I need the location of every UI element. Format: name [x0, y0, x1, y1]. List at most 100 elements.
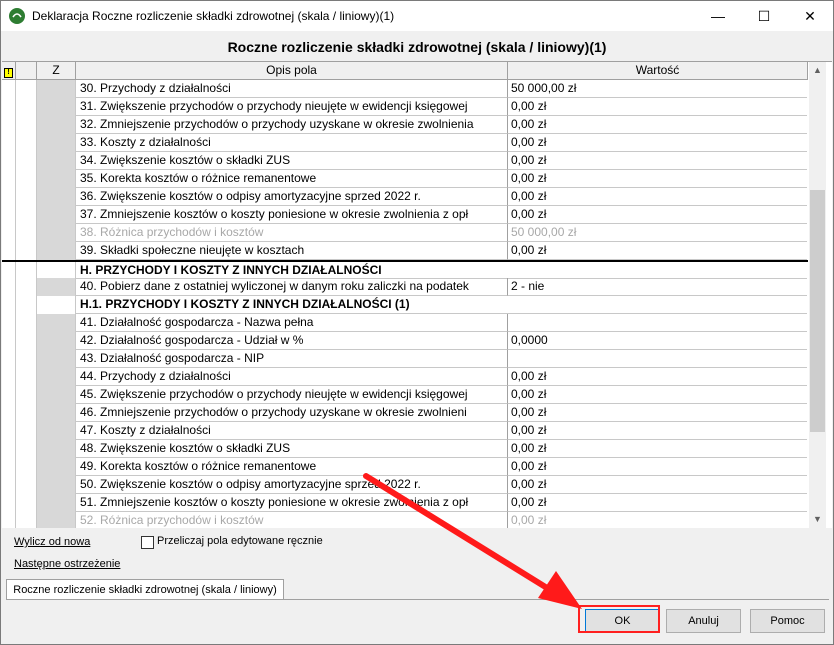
marker-cell [16, 242, 37, 260]
row-value: 50 000,00 zł [508, 224, 807, 242]
table-row[interactable]: 49. Korekta kosztów o różnice remanentow… [2, 458, 808, 476]
z-cell [37, 278, 76, 296]
row-value[interactable]: 0,00 zł [508, 152, 807, 170]
recalc-manual-checkbox[interactable] [141, 536, 154, 549]
row-value[interactable]: 0,00 zł [508, 404, 807, 422]
row-value[interactable]: 0,00 zł [508, 206, 807, 224]
z-cell [37, 134, 76, 152]
flag-column-header[interactable]: ! [2, 62, 16, 79]
z-cell [37, 98, 76, 116]
next-warning-link[interactable]: Następne ostrzeżenie [14, 558, 120, 570]
tab-divider [6, 599, 829, 600]
table-row[interactable]: 40. Pobierz dane z ostatniej wyliczonej … [2, 278, 808, 296]
grid-rows: 30. Przychody z działalności 50 000,00 zł… [2, 80, 808, 528]
table-row[interactable]: 33. Koszty z działalności 0,00 zł [2, 134, 808, 152]
row-value[interactable]: 0,00 zł [508, 422, 807, 440]
row-value[interactable]: 0,00 zł [508, 458, 807, 476]
help-button[interactable]: Pomoc [750, 609, 825, 633]
row-description: H.1. PRZYCHODY I KOSZTY Z INNYCH DZIAŁAL… [76, 296, 807, 314]
table-row[interactable]: 50. Zwiększenie kosztów o odpisy amortyz… [2, 476, 808, 494]
marker-cell [2, 116, 16, 134]
section-header-row: H.1. PRZYCHODY I KOSZTY Z INNYCH DZIAŁAL… [2, 296, 808, 314]
table-row[interactable]: 34. Zwiększenie kosztów o składki ZUS 0,0… [2, 152, 808, 170]
row-value[interactable]: 0,00 zł [508, 170, 807, 188]
table-row[interactable]: 44. Przychody z działalności 0,00 zł [2, 368, 808, 386]
table-row[interactable]: 48. Zwiększenie kosztów o składki ZUS 0,0… [2, 440, 808, 458]
row-description: 41. Działalność gospodarcza - Nazwa pełn… [76, 314, 508, 332]
vertical-scrollbar[interactable]: ▲ ▼ [809, 62, 826, 528]
marker-cell [16, 440, 37, 458]
table-row[interactable]: 32. Zmniejszenie przychodów o przychody … [2, 116, 808, 134]
table-row[interactable]: 43. Działalność gospodarcza - NIP [2, 350, 808, 368]
row-value[interactable]: 0,00 zł [508, 494, 807, 512]
tab-form[interactable]: Roczne rozliczenie składki zdrowotnej (s… [6, 579, 284, 600]
row-value[interactable]: 0,0000 [508, 332, 807, 350]
row-description: 43. Działalność gospodarcza - NIP [76, 350, 508, 368]
marker-cell [2, 494, 16, 512]
value-column-header[interactable]: Wartość [508, 62, 808, 79]
table-row[interactable]: 36. Zwiększenie kosztów o odpisy amortyz… [2, 188, 808, 206]
table-row[interactable]: 46. Zmniejszenie przychodów o przychody … [2, 404, 808, 422]
marker-cell [2, 386, 16, 404]
marker-cell [16, 512, 37, 528]
row-value[interactable] [508, 350, 807, 368]
table-row[interactable]: 30. Przychody z działalności 50 000,00 zł [2, 80, 808, 98]
table-row[interactable]: 39. Składki społeczne nieujęte w kosztac… [2, 242, 808, 260]
table-row[interactable]: 31. Zwiększenie przychodów o przychody n… [2, 98, 808, 116]
row-description: 44. Przychody z działalności [76, 368, 508, 386]
row-description: 42. Działalność gospodarcza - Udział w % [76, 332, 508, 350]
row-value[interactable]: 0,00 zł [508, 368, 807, 386]
row-value[interactable]: 0,00 zł [508, 134, 807, 152]
row-value[interactable]: 0,00 zł [508, 476, 807, 494]
z-cell [37, 476, 76, 494]
table-row[interactable]: 45. Zwiększenie przychodów o przychody n… [2, 386, 808, 404]
table-row[interactable]: 51. Zmniejszenie kosztów o koszty ponies… [2, 494, 808, 512]
recalc-manual-label: Przeliczaj pola edytowane ręcznie [157, 535, 323, 547]
desc-column-header[interactable]: Opis pola [76, 62, 508, 79]
maximize-button[interactable]: ☐ [741, 1, 787, 31]
marker-cell [16, 386, 37, 404]
z-column-header[interactable]: Z [37, 62, 76, 79]
table-row[interactable]: 42. Działalność gospodarcza - Udział w %… [2, 332, 808, 350]
z-cell [37, 332, 76, 350]
column-header-spacer [16, 62, 37, 79]
z-cell [37, 116, 76, 134]
recalc-link[interactable]: Wylicz od nowa [14, 536, 90, 548]
row-value[interactable]: 0,00 zł [508, 242, 807, 260]
row-value[interactable]: 2 - nie [508, 278, 807, 296]
marker-cell [16, 98, 37, 116]
table-row[interactable]: 35. Korekta kosztów o różnice remanentow… [2, 170, 808, 188]
row-description: 45. Zwiększenie przychodów o przychody n… [76, 386, 508, 404]
row-value[interactable]: 0,00 zł [508, 440, 807, 458]
row-value[interactable]: 0,00 zł [508, 98, 807, 116]
grid-header: ! Z Opis pola Wartość [2, 62, 808, 80]
z-cell [37, 368, 76, 386]
marker-cell [2, 368, 16, 386]
row-value[interactable]: 50 000,00 zł [508, 80, 807, 98]
marker-cell [16, 278, 37, 296]
row-description: 51. Zmniejszenie kosztów o koszty ponies… [76, 494, 508, 512]
marker-cell [2, 350, 16, 368]
table-row[interactable]: 41. Działalność gospodarcza - Nazwa pełn… [2, 314, 808, 332]
row-description: 31. Zwiększenie przychodów o przychody n… [76, 98, 508, 116]
marker-cell [16, 350, 37, 368]
table-row[interactable]: 37. Zmniejszenie kosztów o koszty ponies… [2, 206, 808, 224]
row-value[interactable]: 0,00 zł [508, 116, 807, 134]
marker-cell [16, 152, 37, 170]
z-cell [37, 242, 76, 260]
close-button[interactable]: ✕ [787, 1, 833, 31]
row-description: 38. Różnica przychodów i kosztów [76, 224, 508, 242]
marker-cell [16, 314, 37, 332]
scroll-up-icon[interactable]: ▲ [809, 62, 826, 79]
scrollbar-thumb[interactable] [810, 190, 825, 432]
row-value[interactable]: 0,00 zł [508, 386, 807, 404]
scroll-down-icon[interactable]: ▼ [809, 511, 826, 528]
cancel-button[interactable]: Anuluj [666, 609, 741, 633]
marker-cell [16, 224, 37, 242]
table-row[interactable]: 47. Koszty z działalności 0,00 zł [2, 422, 808, 440]
row-value[interactable] [508, 314, 807, 332]
row-description: 52. Różnica przychodów i kosztów [76, 512, 508, 528]
row-value[interactable]: 0,00 zł [508, 188, 807, 206]
minimize-button[interactable]: — [695, 1, 741, 31]
row-description: 49. Korekta kosztów o różnice remanentow… [76, 458, 508, 476]
